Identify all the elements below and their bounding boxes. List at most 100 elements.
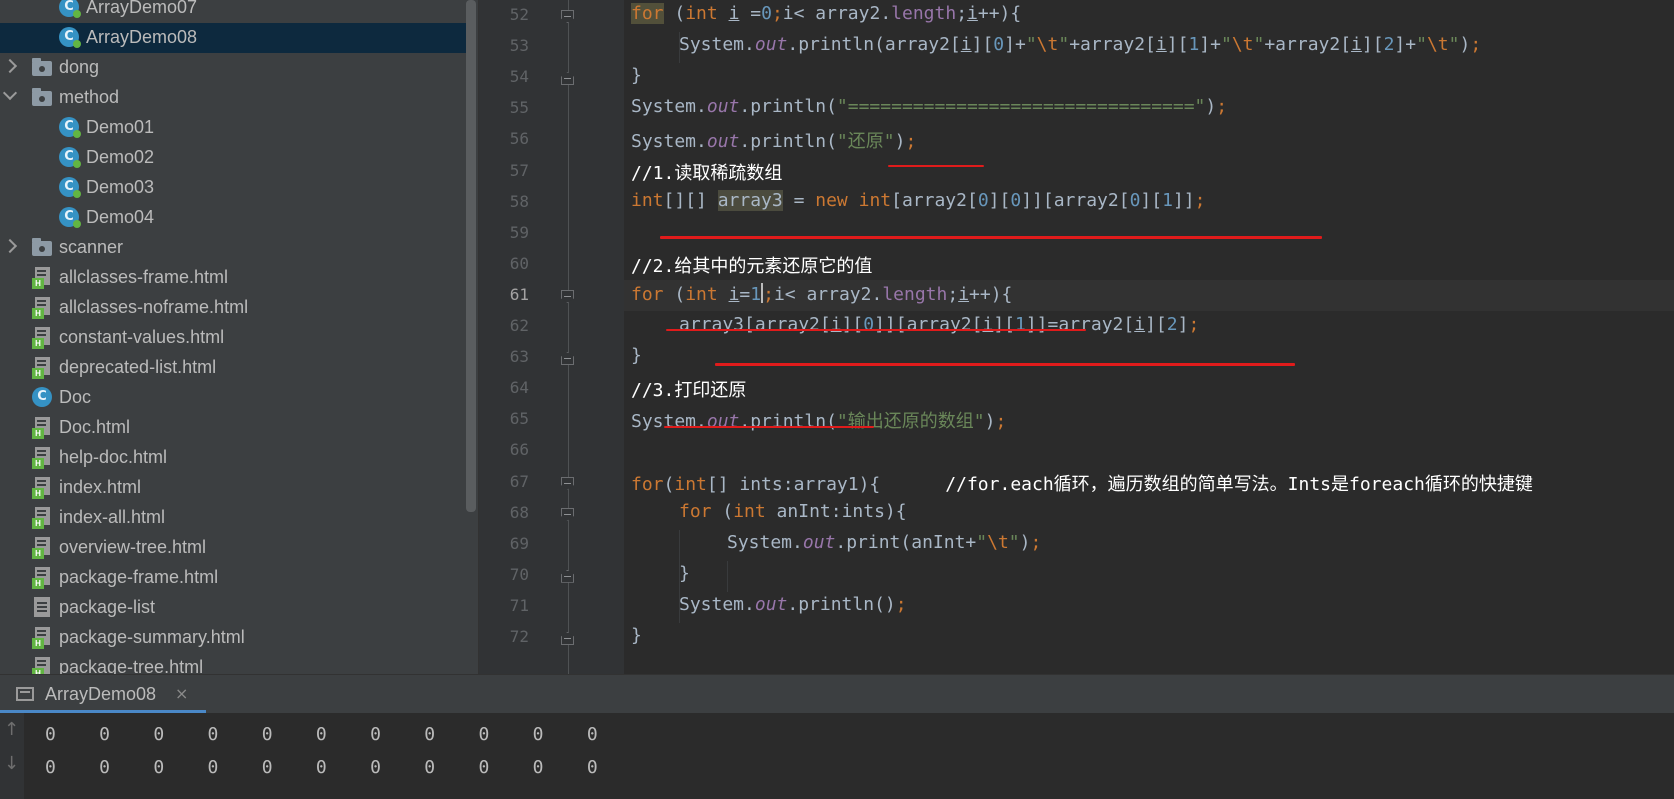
fold-marker-icon[interactable] <box>561 289 574 303</box>
tab-arraydemo08[interactable]: ArrayDemo08 × <box>0 675 206 713</box>
html-file-icon: H <box>32 537 52 559</box>
tree-item-label: package-frame.html <box>59 567 219 587</box>
tree-item-allclasses-frame-html[interactable]: Hallclasses-frame.html <box>0 263 470 293</box>
tree-item-constant-values-html[interactable]: Hconstant-values.html <box>0 323 470 353</box>
tree-item-label: Demo04 <box>86 207 155 227</box>
tree-item-dong[interactable]: dong <box>0 53 470 83</box>
tree-item-label: dong <box>59 57 100 77</box>
tree-item-doc-html[interactable]: H Doc.html <box>0 413 470 443</box>
run-marker-icon <box>73 10 81 18</box>
tree-item-arraydemo08[interactable]: C ArrayDemo08 <box>0 23 470 53</box>
tree-item-label: deprecated-list.html <box>59 357 217 377</box>
java-class-icon: C <box>59 207 81 228</box>
line-number: 66 <box>509 440 529 460</box>
tree-item-help-doc-html[interactable]: Hhelp-doc.html <box>0 443 470 473</box>
tree-item-package-summary-html[interactable]: Hpackage-summary.html <box>0 623 470 653</box>
tree-item-demo02[interactable]: C Demo02 <box>0 143 470 173</box>
tree-item-doc[interactable]: C Doc <box>0 383 470 413</box>
tree-item-demo04[interactable]: C Demo04 <box>0 203 470 233</box>
indent-guide <box>727 560 728 592</box>
close-icon[interactable]: × <box>175 684 188 703</box>
fold-marker-icon[interactable] <box>561 507 574 521</box>
code-line[interactable]: System.out.println(array2[i][0]+"\t"+arr… <box>679 34 1481 55</box>
code-line[interactable]: } <box>679 563 690 584</box>
run-marker-icon <box>73 160 81 168</box>
code-line[interactable]: System.out.println("====================… <box>631 96 1227 117</box>
line-number: 70 <box>509 564 529 584</box>
tree-item-method[interactable]: method <box>0 83 470 113</box>
tree-item-label: ArrayDemo07 <box>86 0 198 17</box>
html-file-icon: H <box>32 447 52 469</box>
scrollbar[interactable] <box>466 0 476 512</box>
html-file-icon: H <box>32 417 52 439</box>
code-line[interactable]: //2.给其中的元素还原它的值 <box>631 252 872 278</box>
fold-marker-icon[interactable] <box>561 569 574 583</box>
tree-item-package-frame-html[interactable]: Hpackage-frame.html <box>0 563 470 593</box>
red-annotation-underline <box>666 329 1086 331</box>
code-line[interactable]: System.out.print(anInt+"\t"); <box>727 532 1041 553</box>
code-line[interactable]: for(int[] ints:array1){ //for.each循环，遍历数… <box>631 470 1533 496</box>
tree-item-index-html[interactable]: Hindex.html <box>0 473 470 503</box>
code-line[interactable]: } <box>631 625 642 646</box>
code-line[interactable]: //1.读取稀疏数组 <box>631 159 782 185</box>
text-file-icon <box>34 597 50 617</box>
line-number: 69 <box>509 533 529 553</box>
red-annotation-underline <box>660 236 1322 239</box>
code-line[interactable]: array3[array2[i][0]][array2[i][1]]=array… <box>679 314 1199 335</box>
code-line[interactable]: for (int i=1 ;i< array2.length;i++){ <box>631 282 1012 305</box>
chevron-down-icon[interactable] <box>2 85 18 101</box>
code-line[interactable]: System.out.println("还原"); <box>631 127 916 153</box>
fold-marker-icon[interactable] <box>561 10 574 23</box>
chevron-right-icon[interactable] <box>2 58 18 74</box>
tree-item-label: scanner <box>59 237 124 257</box>
fold-marker-icon[interactable] <box>561 72 574 86</box>
code-line[interactable]: } <box>631 345 642 366</box>
tree-item-demo01[interactable]: C Demo01 <box>0 113 470 143</box>
line-number: 58 <box>509 191 529 211</box>
tree-item-label: allclasses-noframe.html <box>59 297 249 317</box>
java-class-icon: C <box>59 117 81 138</box>
tree-item-allclasses-noframe-html[interactable]: Hallclasses-noframe.html <box>0 293 470 323</box>
code-line[interactable]: int[][] array3 = new int[array2[0][0]][a… <box>631 189 1205 211</box>
tree-item-package-tree-html[interactable]: Hpackage-tree.html <box>0 653 470 674</box>
code-line[interactable]: System.out.println("输出还原的数组"); <box>631 407 1006 433</box>
fold-marker-icon[interactable] <box>561 352 574 366</box>
tree-item-demo03[interactable]: C Demo03 <box>0 173 470 203</box>
java-class-icon: C <box>59 147 81 168</box>
html-file-icon: H <box>32 297 52 319</box>
project-tool-window: C ArrayDemo07 C ArrayDemo08 dong method C Demo0… <box>0 0 478 674</box>
console-line: 0 0 0 0 0 0 0 0 0 0 0 <box>45 724 598 745</box>
tree-item-label: package-list <box>59 597 156 617</box>
code-line[interactable]: for (int anInt:ints){ <box>679 501 907 522</box>
package-folder-icon <box>32 88 52 106</box>
package-folder-icon <box>32 238 52 256</box>
arrow-up-icon[interactable]: ↑ <box>4 719 19 740</box>
fold-marker-icon[interactable] <box>561 476 574 490</box>
run-tool-window-header: ArrayDemo08 × <box>0 674 1674 713</box>
code-line[interactable]: } <box>631 65 642 86</box>
tree-item-arraydemo07[interactable]: C ArrayDemo07 <box>0 0 470 23</box>
tree-item-overview-tree-html[interactable]: Hoverview-tree.html <box>0 533 470 563</box>
tree-item-scanner[interactable]: scanner <box>0 233 470 263</box>
line-number: 64 <box>509 378 529 398</box>
red-annotation-underline <box>664 426 874 428</box>
line-number: 60 <box>509 253 529 273</box>
tree-item-label: Doc <box>59 387 92 407</box>
tree-item-deprecated-list-html[interactable]: Hdeprecated-list.html <box>0 353 470 383</box>
line-number: 68 <box>509 502 529 522</box>
line-number: 55 <box>509 98 529 118</box>
package-folder-icon <box>32 58 52 76</box>
code-editor[interactable]: 52 53 54 55 56 57 58 59 60 61 62 63 64 65 66 67 68 69 70 71… <box>479 0 1674 674</box>
console-output[interactable]: ↑ ↓ 0 0 0 0 0 0 0 0 0 0 0 0 0 0 0 0 0 0 … <box>0 713 1674 799</box>
code-line[interactable]: for (int i =0;i< array2.length;i++){ <box>631 3 1021 24</box>
tree-item-index-all-html[interactable]: Hindex-all.html <box>0 503 470 533</box>
code-line[interactable]: System.out.println(); <box>679 594 907 615</box>
line-number: 54 <box>509 67 529 87</box>
tree-item-package-list[interactable]: package-list <box>0 593 470 623</box>
code-line[interactable]: //3.打印还原 <box>631 376 746 402</box>
java-class-icon: C <box>59 177 81 198</box>
line-number: 52 <box>509 5 529 24</box>
arrow-down-icon[interactable]: ↓ <box>4 753 19 774</box>
fold-marker-icon[interactable] <box>561 632 574 645</box>
chevron-right-icon[interactable] <box>2 238 18 254</box>
